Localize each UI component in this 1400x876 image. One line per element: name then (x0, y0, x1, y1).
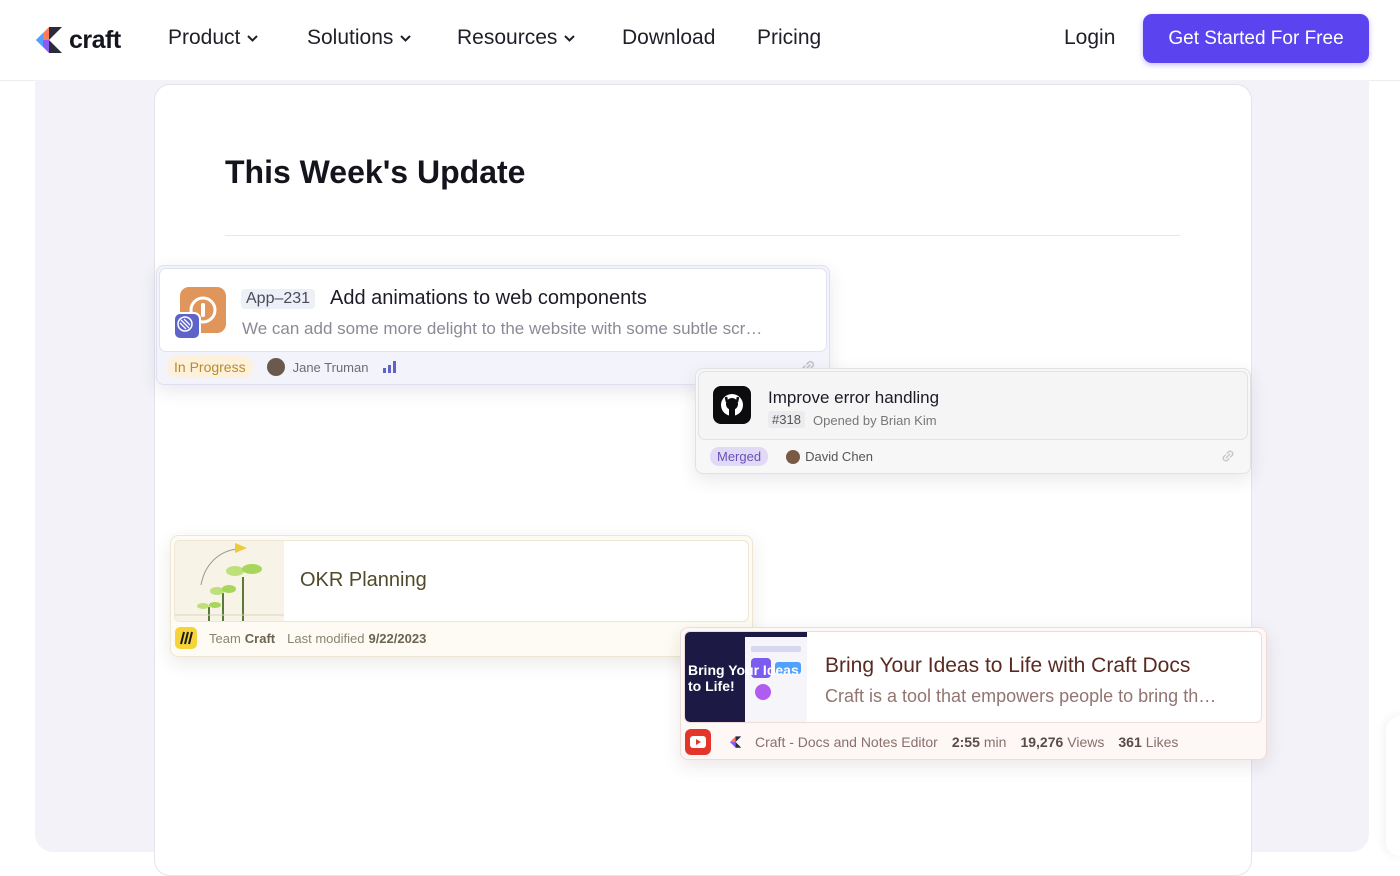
modified-label: Last modified (287, 630, 365, 646)
pr-subtitle: Opened by Brian Kim (813, 413, 937, 428)
status-badge: Merged (710, 447, 769, 466)
board-thumbnail (175, 541, 284, 621)
document-title: This Week's Update (225, 154, 526, 190)
youtube-video-body: Bring Your Ideas to Life! Bring Your Ide… (684, 631, 1262, 723)
github-pr-body: Improve error handling #318 Opened by Br… (698, 371, 1248, 440)
nav-pricing-label: Pricing (757, 26, 822, 49)
author-name: David Chen (805, 449, 874, 464)
channel-name: Craft - Docs and Notes Editor (755, 734, 938, 750)
miro-board-body: OKR Planning (174, 540, 749, 622)
craft-logo-icon (36, 27, 62, 53)
nav-product[interactable]: Product (168, 26, 259, 50)
status-badge: In Progress (167, 356, 253, 378)
sprout-illustration-icon (175, 543, 284, 621)
linear-issue-body: App–231 Add animations to web components… (159, 268, 827, 352)
github-icon (713, 386, 751, 424)
priority-bars-icon (383, 361, 397, 373)
video-thumbnail[interactable]: Bring Your Ideas to Life! (685, 632, 807, 722)
nav-solutions-label: Solutions (307, 26, 394, 49)
duration-unit: min (983, 734, 1007, 750)
assignee-name: Jane Truman (292, 359, 369, 375)
chevron-down-icon (247, 34, 259, 42)
thumbnail-bar (751, 646, 801, 652)
issue-description: We can add some more delight to the webs… (242, 319, 763, 338)
pr-number: #318 (768, 411, 805, 428)
duration-value: 2:55 (951, 734, 980, 750)
github-pr-meta: Merged David Chen (710, 447, 873, 466)
nav-resources[interactable]: Resources (457, 26, 576, 50)
video-title: Bring Your Ideas to Life with Craft Docs (825, 654, 1191, 677)
pr-title: Improve error handling (768, 388, 940, 407)
linear-logo-icon (173, 312, 201, 340)
divider (225, 235, 1180, 236)
team-name: Craft (244, 630, 276, 646)
miro-icon (175, 627, 197, 649)
thumbnail-caption: Bring Your Ideas to Life! (688, 662, 799, 694)
avatar (266, 358, 285, 376)
top-nav: craft Product Solutions Resources Downlo… (0, 0, 1400, 81)
nav-pricing[interactable]: Pricing (757, 26, 821, 50)
likes-unit: Likes (1145, 734, 1179, 750)
linear-issue-card[interactable]: App–231 Add animations to web components… (156, 265, 830, 385)
nav-download-label: Download (622, 26, 716, 49)
youtube-icon (685, 729, 711, 755)
issue-title: Add animations to web components (330, 287, 647, 309)
board-title: OKR Planning (300, 569, 427, 591)
modified-date: 9/22/2023 (368, 630, 427, 646)
views-value: 19,276 (1020, 734, 1064, 750)
nav-product-label: Product (168, 26, 241, 49)
issue-id: App–231 (241, 289, 316, 309)
chevron-down-icon (400, 34, 412, 42)
craft-logo[interactable]: craft (34, 24, 121, 56)
get-started-button[interactable]: Get Started For Free (1143, 14, 1369, 63)
miro-board-meta: Team Craft Last modified 9/22/2023 (175, 627, 426, 649)
youtube-video-card[interactable]: Bring Your Ideas to Life! Bring Your Ide… (680, 627, 1267, 760)
link-icon[interactable] (1219, 447, 1237, 465)
views-unit: Views (1067, 734, 1105, 750)
side-panel-edge (1386, 716, 1400, 856)
video-description: Craft is a tool that empowers people to … (825, 686, 1217, 706)
youtube-video-meta: Craft - Docs and Notes Editor 2:55 min 1… (685, 729, 1178, 755)
github-pr-card[interactable]: Improve error handling #318 Opened by Br… (695, 368, 1251, 474)
nav-resources-label: Resources (457, 26, 558, 49)
logo-text: craft (69, 25, 121, 54)
nav-download[interactable]: Download (622, 26, 715, 50)
nav-solutions[interactable]: Solutions (307, 26, 412, 50)
chevron-down-icon (564, 34, 576, 42)
login-link[interactable]: Login (1064, 26, 1115, 50)
team-prefix: Team (209, 630, 241, 646)
craft-logo-icon (729, 736, 742, 748)
avatar (786, 449, 801, 464)
miro-board-card[interactable]: OKR Planning Team Craft Last modified 9/… (170, 535, 753, 657)
linear-issue-meta: In Progress Jane Truman (167, 356, 398, 378)
likes-value: 361 (1118, 734, 1142, 750)
